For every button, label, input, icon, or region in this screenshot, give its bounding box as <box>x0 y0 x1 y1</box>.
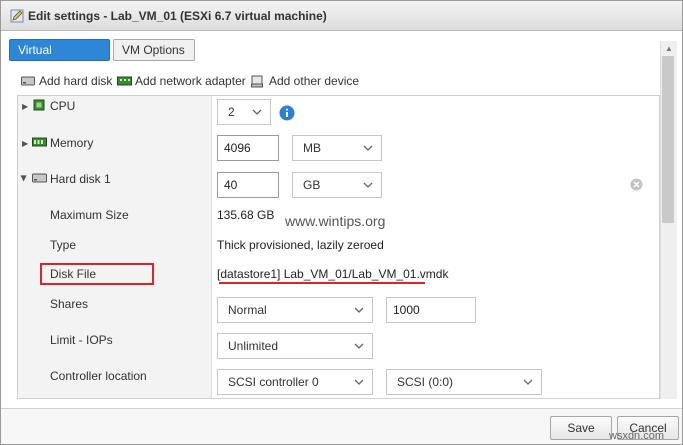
controller-select[interactable]: SCSI controller 0 <box>217 369 373 395</box>
network-adapter-icon <box>117 76 132 86</box>
remove-device-icon[interactable] <box>630 178 643 191</box>
maximum-size-value: 135.68 GB <box>217 208 275 222</box>
hard-disk-icon <box>32 173 47 183</box>
memory-expand-caret[interactable]: ▶ <box>22 139 28 148</box>
chevron-down-icon <box>252 109 262 115</box>
watermark-text: www.wintips.org <box>285 213 386 229</box>
chevron-down-icon <box>354 307 364 313</box>
scrollbar-thumb[interactable] <box>662 56 674 223</box>
limit-iops-select[interactable]: Unlimited <box>217 333 373 359</box>
memory-unit-select[interactable]: MB <box>292 135 382 161</box>
shares-label: Shares <box>50 297 89 311</box>
maximum-size-label: Maximum Size <box>50 208 129 222</box>
chevron-down-icon <box>354 343 364 349</box>
hard-disk-unit-select[interactable]: GB <box>292 172 382 198</box>
limit-iops-label: Limit - IOPs <box>50 333 113 347</box>
shares-level-value: Normal <box>228 303 267 317</box>
save-button[interactable]: Save <box>550 416 612 440</box>
edit-pencil-icon <box>10 9 24 23</box>
hard-disk-label: Hard disk 1 <box>50 172 111 186</box>
add-hard-disk-label: Add hard disk <box>39 74 113 88</box>
shares-value-input[interactable]: 1000 <box>386 297 476 323</box>
cpu-count-select[interactable]: 2 <box>217 99 271 125</box>
chevron-down-icon <box>363 182 373 188</box>
type-label: Type <box>50 238 77 252</box>
controller-slot-select[interactable]: SCSI (0:0) <box>386 369 542 395</box>
hard-disk-collapse-caret[interactable]: ▶ <box>20 175 29 181</box>
cpu-count-value: 2 <box>228 105 235 119</box>
disk-file-value: [datastore1] Lab_VM_01/Lab_VM_01.vmdk <box>217 267 449 281</box>
title-bar: Edit settings - Lab_VM_01 (ESXi 6.7 virt… <box>1 1 682 31</box>
chevron-down-icon <box>363 145 373 151</box>
disk-file-highlight-box <box>40 263 154 285</box>
shares-level-select[interactable]: Normal <box>217 297 373 323</box>
source-watermark: wsxdn.com <box>609 430 665 442</box>
cpu-expand-caret[interactable]: ▶ <box>22 102 28 111</box>
memory-size-input[interactable]: 4096 <box>217 135 279 161</box>
edit-settings-dialog: Edit settings - Lab_VM_01 (ESXi 6.7 virt… <box>0 0 683 445</box>
type-value: Thick provisioned, lazily zeroed <box>217 238 384 252</box>
disk-file-underline <box>219 282 425 284</box>
tab-virtual-hardware[interactable]: Virtual Hardware <box>9 39 110 77</box>
chevron-down-icon <box>523 379 533 385</box>
label-column <box>18 96 212 398</box>
add-other-device-label: Add other device <box>269 74 360 88</box>
chevron-down-icon <box>354 379 364 385</box>
scroll-up-arrow-icon[interactable]: ▲ <box>665 44 673 53</box>
add-network-adapter-label: Add network adapter <box>135 74 246 88</box>
memory-unit-value: MB <box>303 141 321 155</box>
cpu-icon <box>33 99 45 111</box>
controller-location-label: Controller location <box>50 369 147 383</box>
hard-disk-unit-value: GB <box>303 178 321 192</box>
info-icon[interactable] <box>279 105 295 121</box>
tab-vm-options[interactable]: VM Options <box>113 39 195 61</box>
dialog-title: Edit settings - Lab_VM_01 (ESXi 6.7 virt… <box>28 9 327 23</box>
memory-label: Memory <box>50 136 94 150</box>
controller-slot-value: SCSI (0:0) <box>397 375 454 389</box>
memory-icon <box>32 137 47 147</box>
hard-disk-size-input[interactable]: 40 <box>217 172 279 198</box>
hard-disk-icon <box>21 76 35 86</box>
cpu-label: CPU <box>50 99 76 113</box>
limit-iops-value: Unlimited <box>228 339 279 353</box>
controller-value: SCSI controller 0 <box>228 375 319 389</box>
other-device-icon <box>251 75 263 88</box>
